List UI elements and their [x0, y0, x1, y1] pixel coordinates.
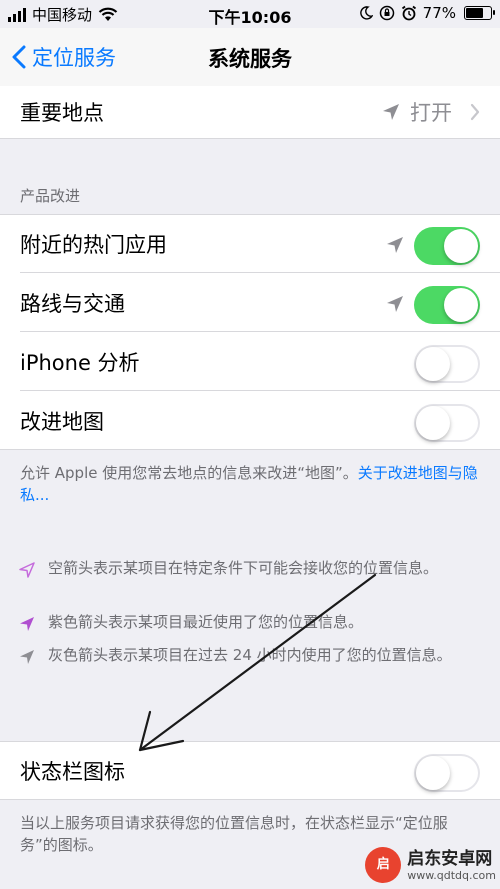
status-bar: 中国移动 下午10:06 77%	[0, 0, 500, 28]
row-iphone-analytics: iPhone 分析	[0, 332, 500, 391]
watermark: 启 启东安卓网 www.qdtdq.com	[365, 847, 496, 883]
toggle-iphone-analytics[interactable]	[414, 345, 480, 383]
row-label: 状态栏图标	[20, 760, 125, 784]
battery-icon	[464, 6, 495, 20]
row-label: 改进地图	[20, 410, 104, 434]
toggle-nearby-popular-apps[interactable]	[414, 227, 480, 265]
battery-percent: 77%	[422, 4, 456, 22]
row-label: 路线与交通	[20, 292, 125, 316]
row-routing-traffic: 路线与交通	[0, 273, 500, 332]
watermark-title: 启东安卓网	[407, 848, 493, 869]
watermark-url: www.qdtdq.com	[407, 868, 496, 882]
gray-location-arrow-icon	[387, 237, 403, 253]
gray-location-arrow-icon	[383, 104, 399, 120]
important-locations-value: 打开	[410, 101, 452, 125]
row-status-bar-icon: 状态栏图标	[0, 741, 500, 800]
product-improvement-footer: 允许 Apple 使用您常去地点的信息来改进“地图”。关于改进地图与隐私...	[20, 462, 480, 506]
row-nearby-popular-apps: 附近的热门应用	[0, 214, 500, 273]
page-title: 系统服务	[208, 47, 292, 71]
row-label: 附近的热门应用	[20, 233, 167, 257]
section-header-product-improvement: 产品改进	[20, 187, 81, 205]
chevron-right-icon	[470, 103, 480, 121]
alarm-icon	[401, 5, 416, 21]
gray-arrow-icon	[20, 650, 34, 664]
purple-arrow-icon	[20, 617, 34, 631]
toggle-routing-traffic[interactable]	[414, 286, 480, 324]
hollow-purple-arrow-icon	[19, 562, 35, 578]
important-locations-label: 重要地点	[20, 101, 104, 125]
legend-text: 紫色箭头表示某项目最近使用了您的位置信息。	[48, 613, 364, 631]
toggle-status-bar-icon[interactable]	[414, 754, 480, 792]
legend-text: 空箭头表示某项目在特定条件下可能会接收您的位置信息。	[48, 559, 439, 577]
watermark-logo: 启	[365, 847, 402, 883]
footer-text: 允许 Apple 使用您常去地点的信息来改进“地图”。	[20, 464, 358, 482]
status-right: 77%	[359, 4, 495, 22]
important-locations-row[interactable]: 重要地点 打开	[0, 86, 500, 139]
row-label: iPhone 分析	[20, 351, 140, 375]
toggle-improve-maps[interactable]	[414, 404, 480, 442]
navigation-bar: 定位服务 系统服务	[0, 28, 500, 86]
gray-location-arrow-icon	[387, 296, 403, 312]
legend-text: 灰色箭头表示某项目在过去 24 小时内使用了您的位置信息。	[48, 646, 452, 664]
orientation-lock-icon	[379, 5, 394, 21]
moon-icon	[359, 6, 373, 20]
row-improve-maps: 改进地图	[0, 391, 500, 450]
